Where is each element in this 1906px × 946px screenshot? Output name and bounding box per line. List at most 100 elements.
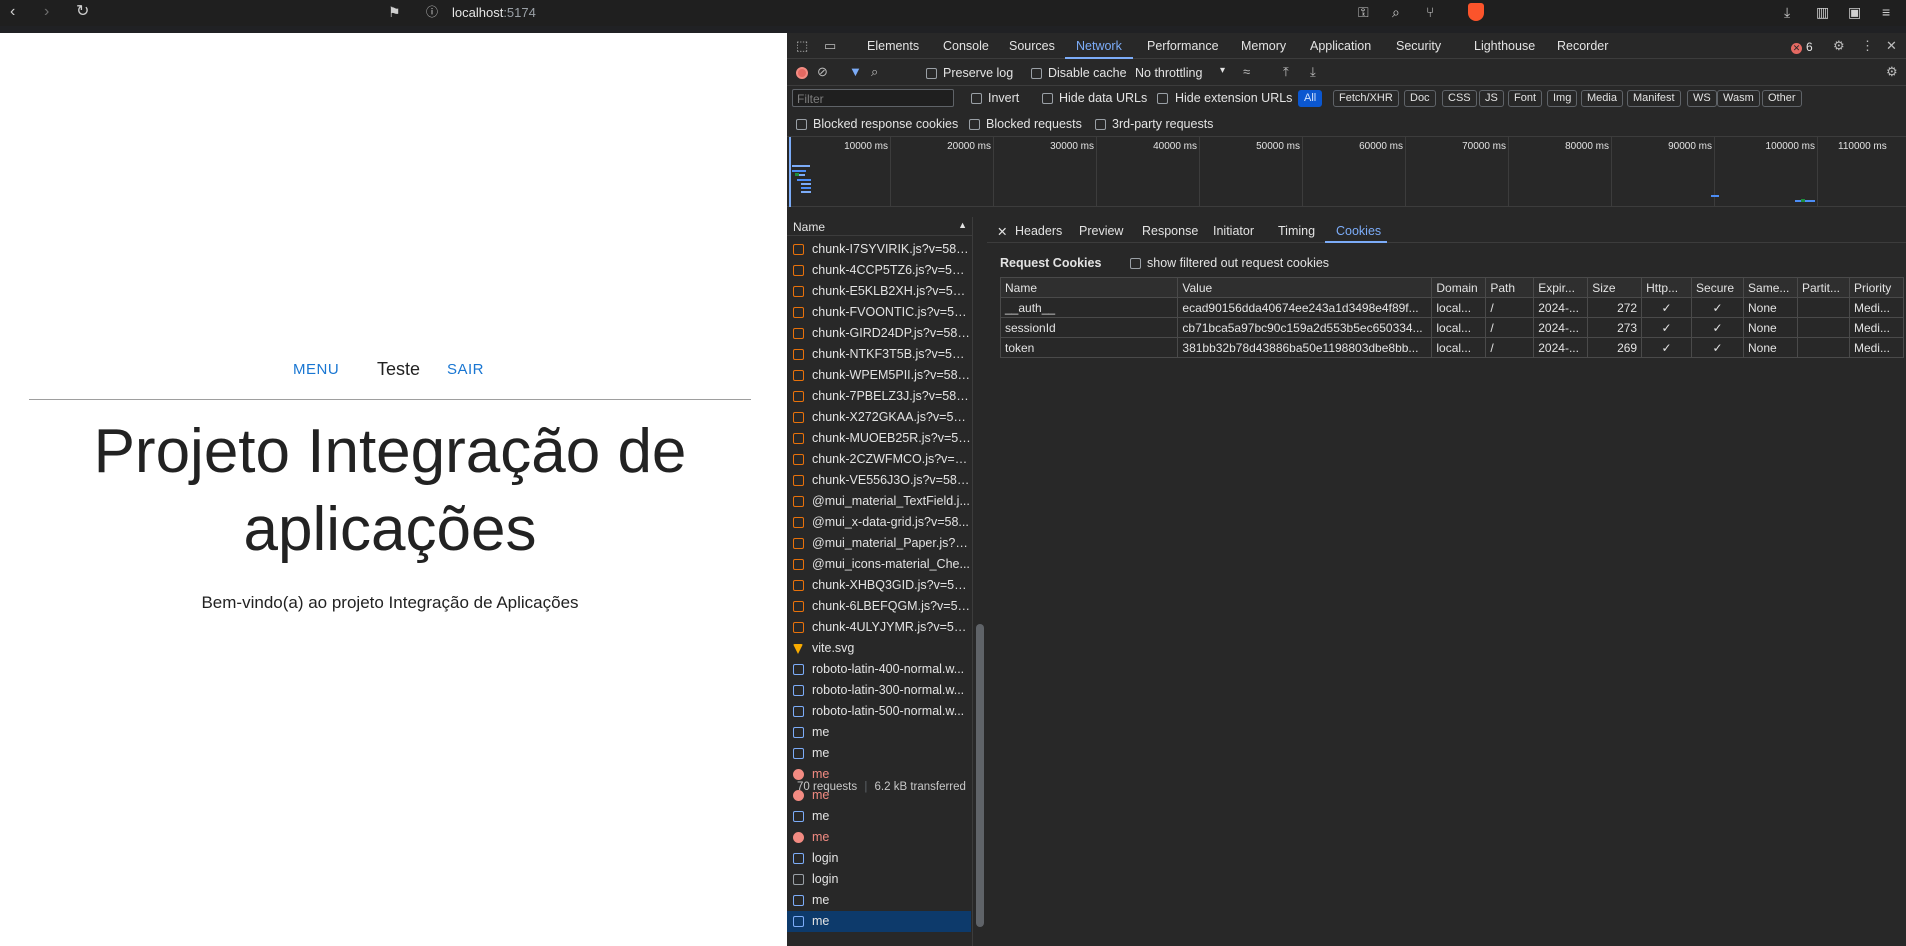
request-row[interactable]: chunk-4CCP5TZ6.js?v=582... xyxy=(787,260,971,281)
close-details-icon[interactable]: ✕ xyxy=(997,224,1007,239)
tab-elements[interactable]: Elements xyxy=(867,39,919,53)
browser-menu-icon[interactable]: ≡ xyxy=(1882,4,1890,20)
request-row[interactable]: chunk-E5KLB2XH.js?v=582... xyxy=(787,281,971,302)
cookie-column-header[interactable]: Secure xyxy=(1691,277,1745,298)
reload-icon[interactable]: ↻ xyxy=(76,3,89,21)
chevron-down-icon[interactable]: ▾ xyxy=(1220,65,1225,76)
filter-type-fetch-xhr[interactable]: Fetch/XHR xyxy=(1333,90,1399,107)
request-row[interactable]: login xyxy=(787,848,971,869)
request-row[interactable]: chunk-NTKF3T5B.js?v=582... xyxy=(787,344,971,365)
search-icon[interactable]: ⌕ xyxy=(871,64,878,80)
request-row[interactable]: me xyxy=(787,827,971,848)
tab-timing[interactable]: Timing xyxy=(1278,224,1315,238)
request-row[interactable]: chunk-GIRD24DP.js?v=582... xyxy=(787,323,971,344)
request-row[interactable]: chunk-4ULYJYMR.js?v=582... xyxy=(787,617,971,638)
request-row[interactable]: @mui_icons-material_Che... xyxy=(787,554,971,575)
cookie-column-header[interactable]: Same... xyxy=(1743,277,1798,298)
request-row[interactable]: me xyxy=(787,722,971,743)
cookie-column-header[interactable]: Value xyxy=(1177,277,1433,298)
preserve-log-checkbox[interactable] xyxy=(926,68,937,79)
network-overview-timeline[interactable]: 10000 ms 20000 ms 30000 ms 40000 ms 5000… xyxy=(787,137,1906,207)
request-row[interactable]: chunk-7PBELZ3J.js?v=582c... xyxy=(787,386,971,407)
show-filtered-cookies-checkbox[interactable] xyxy=(1130,258,1141,269)
forward-icon[interactable]: › xyxy=(44,3,49,21)
close-devtools-icon[interactable]: ✕ xyxy=(1886,38,1897,54)
request-row[interactable]: @mui_material_Paper.js?v... xyxy=(787,533,971,554)
key-icon[interactable]: ⚿ xyxy=(1358,4,1369,20)
scrollbar-thumb[interactable] xyxy=(976,624,984,927)
tab-lighthouse[interactable]: Lighthouse xyxy=(1474,39,1535,53)
cookie-column-header[interactable]: Path xyxy=(1485,277,1535,298)
cookie-column-header[interactable]: Name xyxy=(999,277,1179,298)
network-conditions-icon[interactable]: ≈ xyxy=(1243,64,1250,79)
network-settings-icon[interactable]: ⚙ xyxy=(1886,64,1898,80)
cookie-column-header[interactable]: Priority xyxy=(1848,277,1905,298)
cookie-column-header[interactable]: Http... xyxy=(1641,277,1693,298)
site-info-icon[interactable]: ⓘ xyxy=(426,4,438,20)
filter-type-img[interactable]: Img xyxy=(1547,90,1578,107)
bookmark-icon[interactable]: ⚑ xyxy=(388,4,401,20)
sidebar-icon[interactable]: ▥ xyxy=(1816,4,1829,20)
disable-cache-checkbox[interactable] xyxy=(1031,68,1042,79)
share-icon[interactable]: ⑂ xyxy=(1426,4,1434,20)
menu-button[interactable]: MENU xyxy=(293,361,339,378)
tab-sources[interactable]: Sources xyxy=(1009,39,1055,53)
request-row[interactable]: me xyxy=(787,743,971,764)
tab-cookies[interactable]: Cookies xyxy=(1336,224,1381,238)
tab-security[interactable]: Security xyxy=(1396,39,1441,53)
name-column-header[interactable]: Name ▲ xyxy=(787,217,973,236)
request-row[interactable]: roboto-latin-300-normal.w... xyxy=(787,680,971,701)
request-row[interactable]: chunk-WPEM5PII.js?v=582... xyxy=(787,365,971,386)
download-icon[interactable]: ⤓ xyxy=(1784,4,1790,20)
cookie-column-header[interactable]: Domain xyxy=(1431,277,1487,298)
cookie-row[interactable]: __auth__ ecad90156dda40674ee243a1d3498e4f… xyxy=(999,297,1905,318)
request-row[interactable]: chunk-MUOEB25R.js?v=58... xyxy=(787,428,971,449)
filter-type-wasm[interactable]: Wasm xyxy=(1717,90,1760,107)
request-row[interactable]: me xyxy=(787,911,971,932)
filter-type-ws[interactable]: WS xyxy=(1687,90,1717,107)
invert-checkbox[interactable] xyxy=(971,93,982,104)
request-row[interactable]: @mui_material_TextField.j... xyxy=(787,491,971,512)
request-row[interactable]: chunk-XHBQ3GID.js?v=582... xyxy=(787,575,971,596)
blocked-requests-checkbox[interactable] xyxy=(969,119,980,130)
tab-memory[interactable]: Memory xyxy=(1241,39,1286,53)
request-row[interactable]: @mui_x-data-grid.js?v=58... xyxy=(787,512,971,533)
filter-type-doc[interactable]: Doc xyxy=(1404,90,1436,107)
back-icon[interactable]: ‹ xyxy=(10,3,15,21)
filter-type-font[interactable]: Font xyxy=(1508,90,1543,107)
request-row[interactable]: chunk-VE556J3O.js?v=582... xyxy=(787,470,971,491)
tab-preview[interactable]: Preview xyxy=(1079,224,1123,238)
request-row[interactable]: me xyxy=(787,806,971,827)
zoom-icon[interactable]: ⌕ xyxy=(1392,4,1400,20)
more-options-icon[interactable]: ⋮ xyxy=(1861,38,1874,54)
request-row[interactable]: roboto-latin-400-normal.w... xyxy=(787,659,971,680)
request-row[interactable]: chunk-X272GKAA.js?v=582... xyxy=(787,407,971,428)
tab-headers[interactable]: Headers xyxy=(1015,224,1062,238)
export-har-icon[interactable]: ⤓ xyxy=(1310,64,1316,80)
cookie-column-header[interactable]: Partit... xyxy=(1796,277,1850,298)
request-row[interactable]: chunk-2CZWFMCO.js?v=58... xyxy=(787,449,971,470)
request-row[interactable]: me xyxy=(787,890,971,911)
clear-icon[interactable]: ⊘ xyxy=(817,64,828,80)
request-row[interactable]: chunk-FVOONTIC.js?v=582... xyxy=(787,302,971,323)
third-party-checkbox[interactable] xyxy=(1095,119,1106,130)
throttling-select[interactable]: No throttling xyxy=(1135,66,1202,80)
cookie-row[interactable]: token 381bb32b78d43886ba50e1198803dbe8bb.… xyxy=(999,337,1905,358)
logout-button[interactable]: SAIR xyxy=(447,361,484,378)
tab-initiator[interactable]: Initiator xyxy=(1213,224,1254,238)
filter-type-js[interactable]: JS xyxy=(1479,90,1504,107)
hide-data-urls-checkbox[interactable] xyxy=(1042,93,1053,104)
request-row[interactable]: chunk-I7SYVIRIK.js?v=582... xyxy=(787,239,971,260)
tab-recorder[interactable]: Recorder xyxy=(1557,39,1608,53)
filter-type-media[interactable]: Media xyxy=(1581,90,1623,107)
filter-input[interactable]: Filter xyxy=(792,89,954,107)
filter-type-manifest[interactable]: Manifest xyxy=(1627,90,1681,107)
request-row[interactable]: vite.svg xyxy=(787,638,971,659)
request-row[interactable]: roboto-latin-500-normal.w... xyxy=(787,701,971,722)
blocked-response-cookies-checkbox[interactable] xyxy=(796,119,807,130)
wallet-icon[interactable]: ▣ xyxy=(1848,4,1861,20)
cookie-column-header[interactable]: Expir... xyxy=(1533,277,1589,298)
record-icon[interactable] xyxy=(796,67,808,79)
request-row[interactable]: login xyxy=(787,869,971,890)
cookie-row[interactable]: sessionId cb71bca5a97bc90c159a2d553b5ec65… xyxy=(999,317,1905,338)
